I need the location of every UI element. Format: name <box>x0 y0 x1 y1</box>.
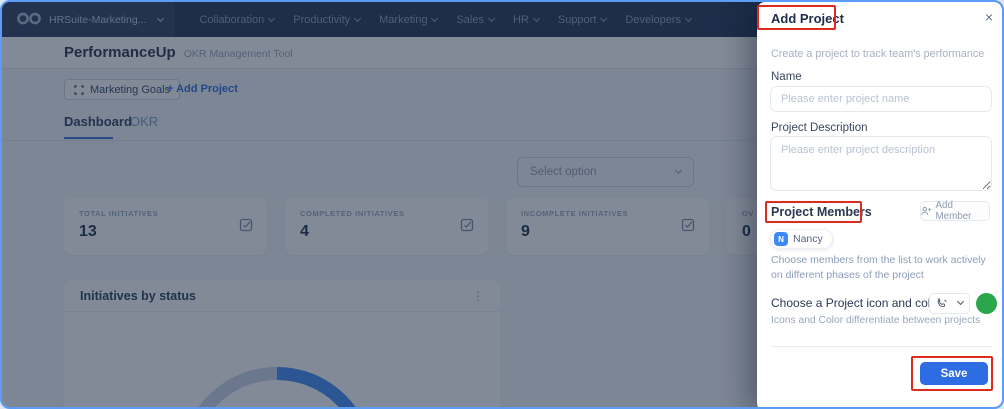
project-icon-select[interactable] <box>929 293 970 314</box>
project-color-swatch[interactable] <box>976 293 997 314</box>
close-icon[interactable]: × <box>985 9 993 25</box>
member-chip-nancy[interactable]: N Nancy <box>770 229 833 249</box>
members-hint-text: Choose members from the list to work act… <box>771 254 986 281</box>
add-member-button[interactable]: Add Member <box>920 200 990 222</box>
icon-color-label: Choose a Project icon and color <box>771 296 942 310</box>
modal-title: Add Project <box>771 11 844 26</box>
name-label: Name <box>771 71 802 83</box>
project-description-textarea[interactable] <box>770 136 992 191</box>
project-name-input[interactable] <box>770 86 992 112</box>
person-plus-icon <box>921 206 932 215</box>
screenshot-frame: HRSuite-Marketing... Collaboration Produ… <box>0 0 1004 409</box>
icon-hint-text: Icons and Color differentiate between pr… <box>771 315 981 326</box>
save-button[interactable]: Save <box>920 362 988 385</box>
modal-divider <box>771 346 992 347</box>
chevron-down-icon <box>956 297 964 306</box>
phone-icon <box>936 298 947 308</box>
project-members-label: Project Members <box>771 205 872 219</box>
member-name: Nancy <box>793 233 823 245</box>
avatar: N <box>774 232 788 246</box>
description-label: Project Description <box>771 122 868 134</box>
modal-description: Create a project to track team's perform… <box>771 48 985 60</box>
add-project-modal: Add Project × Create a project to track … <box>757 2 1002 407</box>
